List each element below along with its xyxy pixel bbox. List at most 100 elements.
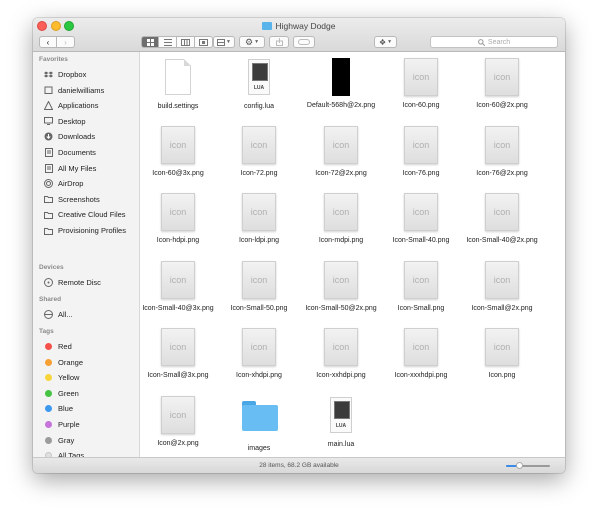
file-item[interactable]: icon Icon.png xyxy=(464,328,540,380)
file-item[interactable]: icon Icon-Small-50@2x.png xyxy=(303,261,379,313)
tag-color-dot-icon xyxy=(45,343,52,350)
sidebar-item-applications[interactable]: Applications xyxy=(44,99,98,112)
file-item[interactable]: icon Icon-Small-40.png xyxy=(383,193,459,245)
forward-button[interactable]: › xyxy=(57,36,75,48)
icon-view-button[interactable] xyxy=(141,36,159,48)
coverflow-view-button[interactable] xyxy=(195,36,213,48)
icon-placeholder-image: icon xyxy=(242,193,276,231)
sidebar-item-danielwilliams[interactable]: danielwilliams xyxy=(44,84,104,97)
sidebar-item-creative-cloud-files[interactable]: Creative Cloud Files xyxy=(44,208,126,221)
file-name: Icon-xxhdpi.png xyxy=(316,372,366,379)
png-thumbnail-icon: icon xyxy=(161,126,195,164)
sidebar-item-label: All... xyxy=(58,310,73,319)
icon-placeholder-image: icon xyxy=(485,126,519,164)
grid-icon xyxy=(146,38,154,46)
file-item[interactable]: icon Icon-Small-40@2x.png xyxy=(464,193,540,245)
icon-placeholder-image: icon xyxy=(404,261,438,299)
sidebar-item-red[interactable]: Red xyxy=(44,340,72,353)
sidebar: Favorites Dropbox danielwilliams Applicatio… xyxy=(33,52,140,460)
sidebar-item-all[interactable]: All... xyxy=(44,308,73,321)
icon-placeholder-image: icon xyxy=(485,261,519,299)
file-item[interactable]: icon Icon-xxxhdpi.png xyxy=(383,328,459,380)
png-thumbnail-icon: icon xyxy=(242,261,276,299)
sidebar-item-airdrop[interactable]: AirDrop xyxy=(44,177,83,190)
sidebar-item-downloads[interactable]: Downloads xyxy=(44,130,95,143)
thumbnail-text: icon xyxy=(412,140,430,150)
file-item[interactable]: Default-568h@2x.png xyxy=(303,58,379,110)
file-name: Icon-Small.png xyxy=(397,305,445,312)
sidebar-item-screenshots[interactable]: Screenshots xyxy=(44,193,100,206)
file-item[interactable]: icon Icon-72.png xyxy=(221,126,297,178)
file-item[interactable]: icon Icon-Small@3x.png xyxy=(140,328,216,380)
png-thumbnail-icon: icon xyxy=(242,193,276,231)
file-item[interactable]: icon Icon-Small.png xyxy=(383,261,459,313)
file-item[interactable]: LUA main.lua xyxy=(303,396,379,449)
file-item[interactable]: icon Icon-60@3x.png xyxy=(140,126,216,178)
action-button[interactable]: ⚙ ▼ xyxy=(239,36,265,48)
icon-size-slider[interactable] xyxy=(506,462,550,469)
icon-placeholder-image: icon xyxy=(485,328,519,366)
thumbnail-text: icon xyxy=(493,207,511,217)
file-item[interactable]: icon Icon-ldpi.png xyxy=(221,193,297,245)
documents-icon xyxy=(44,148,53,157)
sidebar-item-provisioning-profiles[interactable]: Provisioning Profiles xyxy=(44,224,126,237)
file-name: config.lua xyxy=(244,103,274,110)
file-item[interactable]: icon Icon-60.png xyxy=(383,58,459,110)
file-item[interactable]: LUA config.lua xyxy=(221,58,297,111)
disc-icon xyxy=(44,278,53,287)
thumbnail-text: icon xyxy=(250,342,268,352)
gear-icon: ⚙ xyxy=(244,36,254,47)
file-item[interactable]: icon Icon@2x.png xyxy=(140,396,216,448)
sidebar-item-purple[interactable]: Purple xyxy=(44,418,80,431)
file-item[interactable]: icon Icon-xhdpi.png xyxy=(221,328,297,380)
file-item[interactable]: icon Icon-Small-40@3x.png xyxy=(140,261,216,313)
file-item[interactable]: images xyxy=(221,396,297,453)
thumbnail-text: icon xyxy=(412,342,430,352)
folder-icon xyxy=(262,22,273,30)
file-item[interactable]: build.settings xyxy=(140,58,216,111)
lua-file-icon: LUA xyxy=(242,59,276,97)
sidebar-item-yellow[interactable]: Yellow xyxy=(44,371,79,384)
file-item[interactable]: icon Icon-60@2x.png xyxy=(464,58,540,110)
file-item[interactable]: icon Icon-76.png xyxy=(383,126,459,178)
sidebar-item-all-my-files[interactable]: All My Files xyxy=(44,162,96,175)
sidebar-item-remote-disc[interactable]: Remote Disc xyxy=(44,276,101,289)
list-view-button[interactable] xyxy=(159,36,177,48)
search-field[interactable]: Search xyxy=(430,36,558,48)
icon-placeholder-image: icon xyxy=(161,328,195,366)
png-thumbnail-icon: icon xyxy=(404,261,438,299)
sidebar-item-blue[interactable]: Blue xyxy=(44,402,73,415)
column-view-button[interactable] xyxy=(177,36,195,48)
back-button[interactable]: ‹ xyxy=(39,36,57,48)
png-thumbnail-icon: icon xyxy=(485,126,519,164)
icon-placeholder-image: icon xyxy=(242,328,276,366)
file-name: Default-568h@2x.png xyxy=(306,102,376,109)
columns-icon xyxy=(181,38,190,46)
network-icon xyxy=(44,310,53,319)
file-item[interactable]: icon Icon-xxhdpi.png xyxy=(303,328,379,380)
file-name: Icon-Small@3x.png xyxy=(147,372,209,379)
png-thumbnail-icon: icon xyxy=(324,328,358,366)
dropbox-button[interactable]: ❖ ▼ xyxy=(374,36,397,48)
sidebar-item-dropbox[interactable]: Dropbox xyxy=(44,68,86,81)
file-item[interactable]: icon Icon-Small@2x.png xyxy=(464,261,540,313)
share-button[interactable] xyxy=(269,36,289,48)
edit-tags-button[interactable] xyxy=(293,36,315,48)
file-item[interactable]: icon Icon-mdpi.png xyxy=(303,193,379,245)
sidebar-item-label: Purple xyxy=(58,420,80,429)
sidebar-item-orange[interactable]: Orange xyxy=(44,356,83,369)
file-name: Icon-xhdpi.png xyxy=(236,372,282,379)
arrange-button[interactable]: ▼ xyxy=(213,36,235,48)
file-item[interactable]: icon Icon-72@2x.png xyxy=(303,126,379,178)
sidebar-item-desktop[interactable]: Desktop xyxy=(44,115,86,128)
sidebar-item-label: Yellow xyxy=(58,373,80,383)
slider-knob[interactable] xyxy=(515,462,523,469)
file-item[interactable]: icon Icon-hdpi.png xyxy=(140,193,216,245)
sidebar-item-documents[interactable]: Documents xyxy=(44,146,96,159)
file-item[interactable]: icon Icon-76@2x.png xyxy=(464,126,540,178)
file-item[interactable]: icon Icon-Small-50.png xyxy=(221,261,297,313)
shared-header: Shared xyxy=(39,296,62,303)
sidebar-item-gray[interactable]: Gray xyxy=(44,434,74,447)
sidebar-item-green[interactable]: Green xyxy=(44,387,79,400)
chevron-down-icon: ▼ xyxy=(226,39,231,45)
